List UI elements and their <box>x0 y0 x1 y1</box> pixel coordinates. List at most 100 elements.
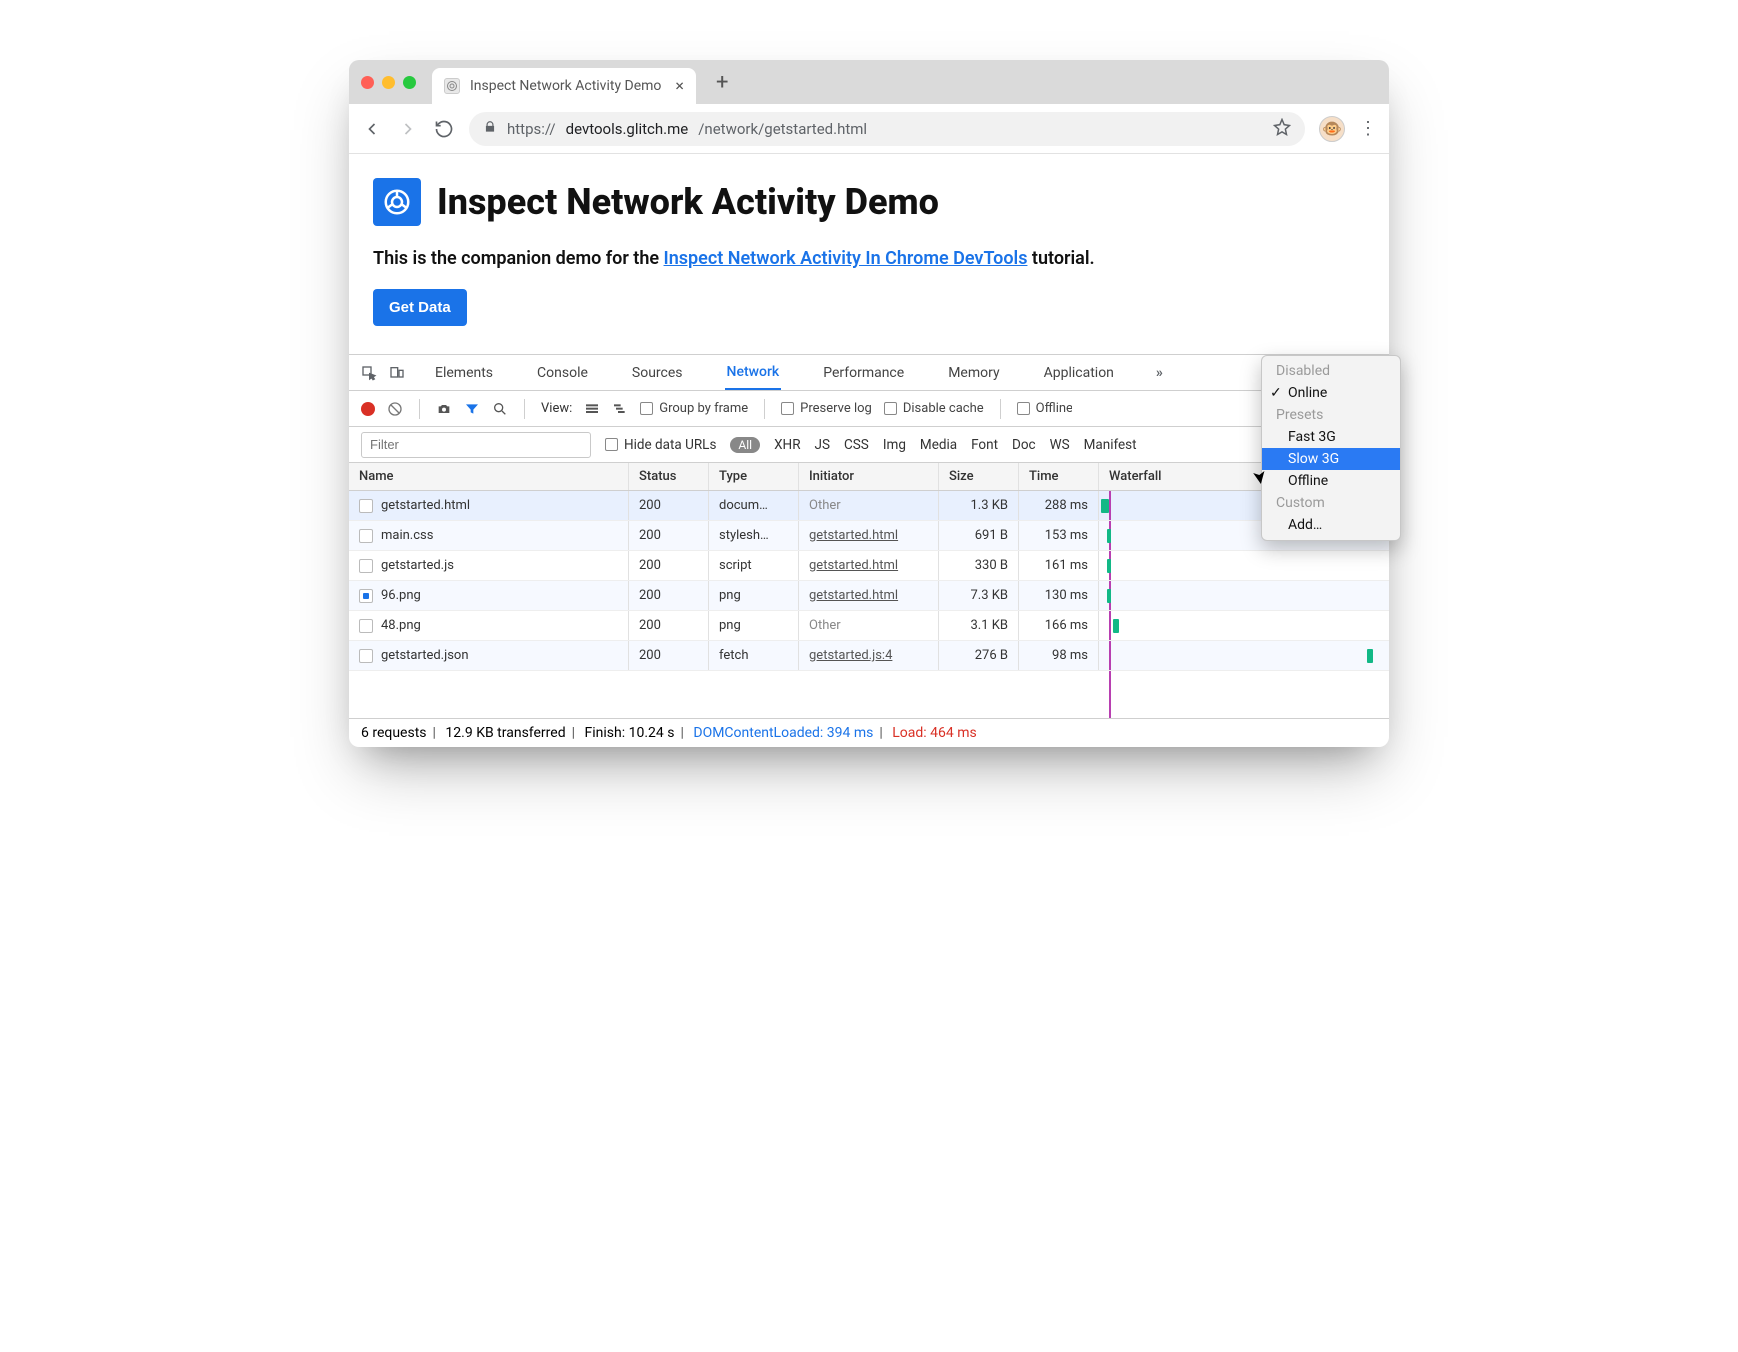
address-bar[interactable]: https:// devtools.glitch.me/network/getst… <box>469 112 1305 146</box>
filter-chip-media[interactable]: Media <box>920 437 957 453</box>
disable-cache-checkbox[interactable]: Disable cache <box>884 401 984 416</box>
file-icon <box>359 589 373 603</box>
url-host: devtools.glitch.me <box>566 120 689 138</box>
filter-chip-font[interactable]: Font <box>971 437 998 453</box>
col-name[interactable]: Name <box>349 463 629 490</box>
back-button[interactable] <box>361 118 383 140</box>
toolbar: https:// devtools.glitch.me/network/getst… <box>349 104 1389 154</box>
offline-checkbox[interactable]: Offline <box>1017 401 1072 416</box>
menu-item-online[interactable]: Online <box>1262 382 1400 404</box>
col-status[interactable]: Status <box>629 463 709 490</box>
url-path: /network/getstarted.html <box>698 120 867 138</box>
menu-item-fast-3g[interactable]: Fast 3G <box>1262 426 1400 448</box>
tutorial-link[interactable]: Inspect Network Activity In Chrome DevTo… <box>664 248 1028 269</box>
filter-chip-manifest[interactable]: Manifest <box>1084 437 1137 453</box>
large-rows-icon[interactable] <box>584 401 600 417</box>
chrome-logo-icon <box>373 178 421 226</box>
menu-header: Disabled <box>1262 360 1400 382</box>
preserve-log-checkbox[interactable]: Preserve log <box>781 401 872 416</box>
file-icon <box>359 529 373 543</box>
fullscreen-window-icon[interactable] <box>403 76 416 89</box>
menu-header: Custom <box>1262 492 1400 514</box>
devtools-more-tabs-icon[interactable]: » <box>1156 365 1163 381</box>
search-icon[interactable] <box>492 401 508 417</box>
filter-chip-img[interactable]: Img <box>883 437 906 453</box>
menu-item-add-[interactable]: Add… <box>1262 514 1400 536</box>
network-filter-bar: Hide data URLs All XHR JS CSS Img Media Font Do… <box>349 427 1389 463</box>
lock-icon <box>483 120 497 138</box>
new-tab-button[interactable]: + <box>716 70 728 95</box>
reload-button[interactable] <box>433 118 455 140</box>
hide-data-urls-checkbox[interactable]: Hide data URLs <box>605 437 716 453</box>
summary-load: Load: 464 ms <box>892 725 976 741</box>
initiator-link[interactable]: getstarted.html <box>809 588 898 603</box>
tab-application[interactable]: Application <box>1042 355 1116 390</box>
filter-chip-xhr[interactable]: XHR <box>774 437 800 453</box>
initiator-link[interactable]: getstarted.html <box>809 558 898 573</box>
tab-performance[interactable]: Performance <box>821 355 906 390</box>
filter-chip-all[interactable]: All <box>730 437 760 453</box>
filter-chip-doc[interactable]: Doc <box>1012 437 1036 453</box>
filter-chip-css[interactable]: CSS <box>844 437 869 453</box>
table-row[interactable]: 96.png200pnggetstarted.html7.3 KB130 ms <box>349 581 1389 611</box>
tab-sources[interactable]: Sources <box>630 355 685 390</box>
device-toggle-icon[interactable] <box>389 365 405 381</box>
menu-item-slow-3g[interactable]: Slow 3G <box>1262 448 1400 470</box>
chrome-menu-icon[interactable]: ⋮ <box>1359 118 1377 139</box>
file-icon <box>359 499 373 513</box>
table-row[interactable]: getstarted.html200docum…Other1.3 KB288 m… <box>349 491 1389 521</box>
view-label: View: <box>541 401 572 416</box>
menu-item-offline[interactable]: Offline <box>1262 470 1400 492</box>
waterfall-view-icon[interactable] <box>612 401 628 417</box>
close-tab-icon[interactable]: × <box>675 78 684 94</box>
forward-button[interactable] <box>397 118 419 140</box>
summary-transferred: 12.9 KB transferred <box>445 725 565 741</box>
table-row[interactable]: main.css200stylesh…getstarted.html691 B1… <box>349 521 1389 551</box>
browser-tab[interactable]: Inspect Network Activity Demo × <box>432 68 696 104</box>
col-size[interactable]: Size <box>939 463 1019 490</box>
filter-input[interactable] <box>361 432 591 458</box>
url-scheme: https:// <box>507 120 556 138</box>
tab-network[interactable]: Network <box>725 355 782 390</box>
tab-elements[interactable]: Elements <box>433 355 495 390</box>
table-row[interactable]: 48.png200pngOther3.1 KB166 ms <box>349 611 1389 641</box>
favicon-icon <box>444 78 460 94</box>
file-icon <box>359 649 373 663</box>
tab-strip: Inspect Network Activity Demo × + <box>349 60 1389 104</box>
group-by-frame-checkbox[interactable]: Group by frame <box>640 401 748 416</box>
tab-console[interactable]: Console <box>535 355 590 390</box>
page-intro: This is the companion demo for the Inspe… <box>373 248 1365 269</box>
network-summary: 6 requests| 12.9 KB transferred| Finish:… <box>349 719 1389 747</box>
page-title: Inspect Network Activity Demo <box>437 181 939 223</box>
initiator-link[interactable]: getstarted.html <box>809 528 898 543</box>
table-header: NameStatusTypeInitiatorSizeTimeWaterfall <box>349 463 1389 491</box>
profile-avatar[interactable]: 🐵 <box>1319 116 1345 142</box>
menu-header: Presets <box>1262 404 1400 426</box>
network-toolbar: View: Group by frame Preserve log Disabl… <box>349 391 1389 427</box>
filter-toggle-icon[interactable] <box>464 401 480 417</box>
record-button[interactable] <box>361 402 375 416</box>
col-initiator[interactable]: Initiator <box>799 463 939 490</box>
tab-memory[interactable]: Memory <box>946 355 1001 390</box>
screenshot-icon[interactable] <box>436 401 452 417</box>
col-type[interactable]: Type <box>709 463 799 490</box>
minimize-window-icon[interactable] <box>382 76 395 89</box>
network-table: NameStatusTypeInitiatorSizeTimeWaterfall… <box>349 463 1389 719</box>
table-spacer <box>349 671 1389 719</box>
close-window-icon[interactable] <box>361 76 374 89</box>
initiator-link[interactable]: getstarted.js:4 <box>809 648 892 663</box>
bookmark-icon[interactable] <box>1273 118 1291 140</box>
get-data-button[interactable]: Get Data <box>373 289 467 326</box>
devtools-tabs: Elements Console Sources Network Performance… <box>349 355 1389 391</box>
intro-suffix: tutorial. <box>1027 248 1094 269</box>
summary-finish: Finish: 10.24 s <box>585 725 675 741</box>
table-row[interactable]: getstarted.json200fetchgetstarted.js:427… <box>349 641 1389 671</box>
clear-icon[interactable] <box>387 401 403 417</box>
inspect-element-icon[interactable] <box>361 365 377 381</box>
table-row[interactable]: getstarted.js200scriptgetstarted.html330… <box>349 551 1389 581</box>
file-icon <box>359 559 373 573</box>
filter-chip-js[interactable]: JS <box>815 437 830 453</box>
filter-chip-ws[interactable]: WS <box>1050 437 1070 453</box>
window-controls <box>361 76 416 89</box>
col-time[interactable]: Time <box>1019 463 1099 490</box>
